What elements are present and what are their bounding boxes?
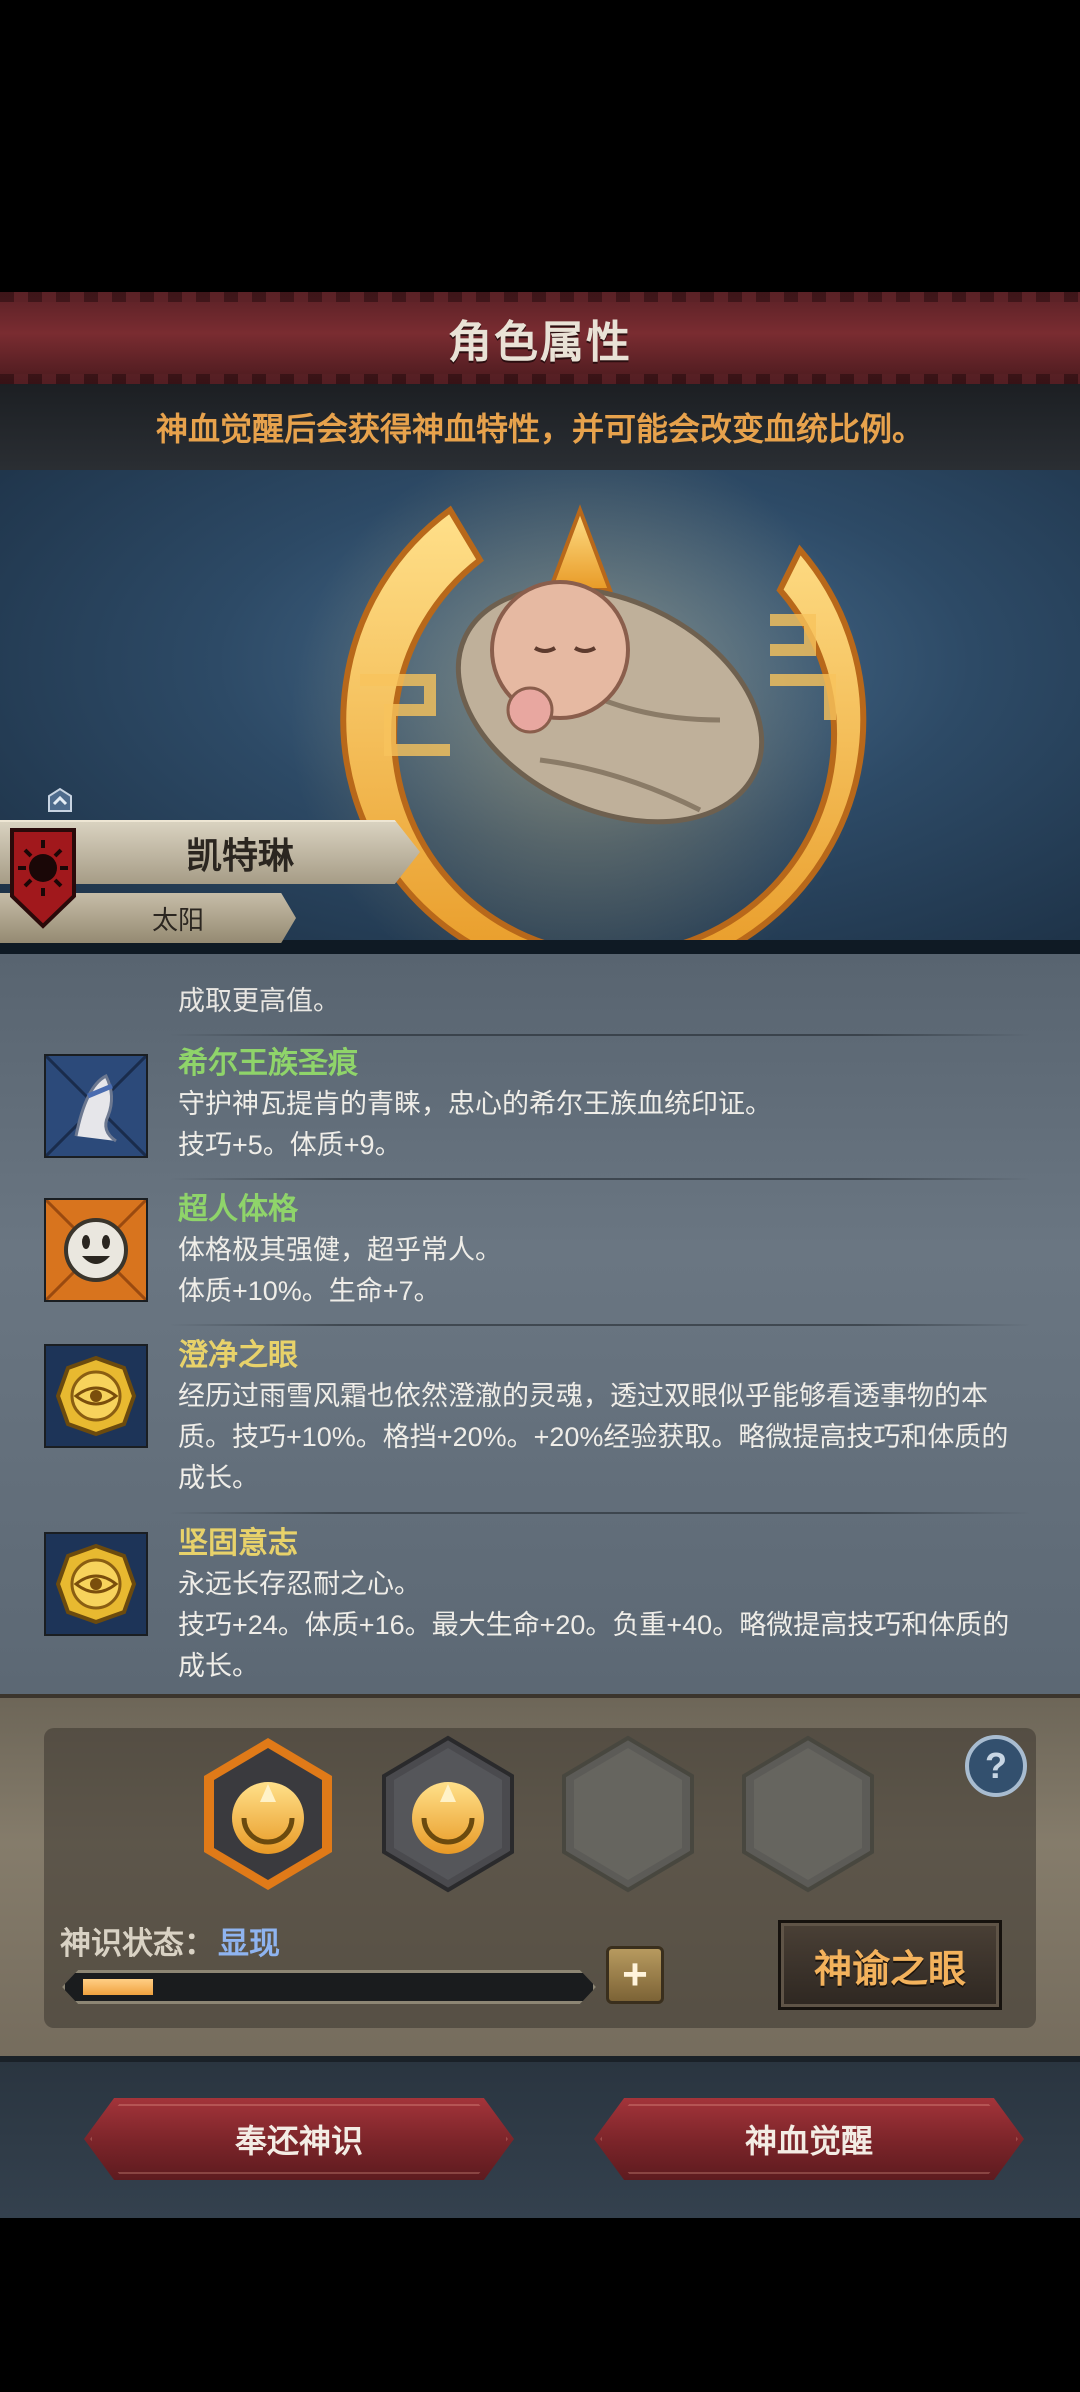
divine-sense-state-label: 神识状态： [60,1926,215,1961]
trait-separator [170,1178,1030,1180]
trait-name: 希尔王族圣痕 [178,1047,358,1080]
trait-separator [170,1512,1030,1514]
notice-text: 神血觉醒后会获得神血特性，并可能会改变血统比例。 [155,411,924,447]
notice-banner: 神血觉醒后会获得神血特性，并可能会改变血统比例。 [0,384,1080,472]
royal-stigma-icon [44,1054,148,1158]
rank-icon [46,786,74,814]
trait-cutoff-line: 成取更高值。 [178,986,340,1016]
trait-description: 经历过雨雪风霜也依然澄澈的灵魂，透过双眼似乎能够看透事物的本质。技巧+10%。格… [178,1381,1009,1493]
divine-slot-2[interactable] [378,1734,518,1894]
divine-slot-3[interactable] [558,1734,698,1894]
superhuman-physique-icon [44,1198,148,1302]
header-stripe-top [0,292,1080,302]
trait-description: 守护神瓦提肯的青睐，忠心的希尔王族血统印证。 技巧+5。体质+9。 [178,1089,772,1160]
divine-blood-awaken-label: 神血觉醒 [744,2123,873,2159]
divine-slot-1[interactable] [198,1734,338,1894]
trait-cutoff-text: 成取更高值。 [178,980,1018,1022]
firm-will-icon [44,1532,148,1636]
title-bar: 角色属性 [0,292,1080,384]
divine-slot-4[interactable] [738,1734,878,1894]
trait-list[interactable]: 成取更高值。 希尔王族圣痕 守护神瓦提肯的青睐，忠心的希尔王族血统印证。 技巧+… [0,954,1080,1694]
header-stripe-bottom [0,374,1080,384]
trait-name: 坚固意志 [178,1527,298,1560]
divine-sense-state-value: 显现 [218,1926,280,1961]
help-question-icon[interactable]: ? [964,1734,1028,1798]
oracle-eye-button[interactable]: 神谕之眼 [778,1920,1002,2010]
sun-banner-icon [8,826,78,930]
trait-separator [170,1324,1030,1326]
baby-hand [506,686,554,734]
oracle-eye-label: 神谕之眼 [813,1948,966,1991]
clear-eye-icon [44,1344,148,1448]
divine-sense-progress-bar [62,1970,596,2004]
divine-blood-awaken-button[interactable]: 神血觉醒 [594,2098,1024,2180]
svg-text:?: ? [985,1745,1007,1786]
return-divine-sense-button[interactable]: 奉还神识 [84,2098,514,2180]
page-title: 角色属性 [448,318,632,367]
progress-fill [83,1979,153,1995]
trait-name: 澄净之眼 [178,1339,298,1372]
add-button[interactable]: + [606,1946,664,2004]
trait-description: 体格极其强健，超乎常人。 体质+10%。生命+7。 [178,1235,502,1306]
trait-name: 超人体格 [178,1193,298,1226]
character-name: 凯特琳 [185,835,294,876]
screen: 角色属性 神血觉醒后会获得神血特性，并可能会改变血统比例。 凯特琳 太阳 成取更… [0,0,1080,2392]
trait-separator [170,1034,1030,1036]
character-subtitle: 太阳 [151,904,204,935]
return-divine-sense-label: 奉还神识 [234,2123,363,2159]
trait-description: 永远长存忍耐之心。 技巧+24。体质+16。最大生命+20。负重+40。略微提高… [178,1569,1010,1681]
